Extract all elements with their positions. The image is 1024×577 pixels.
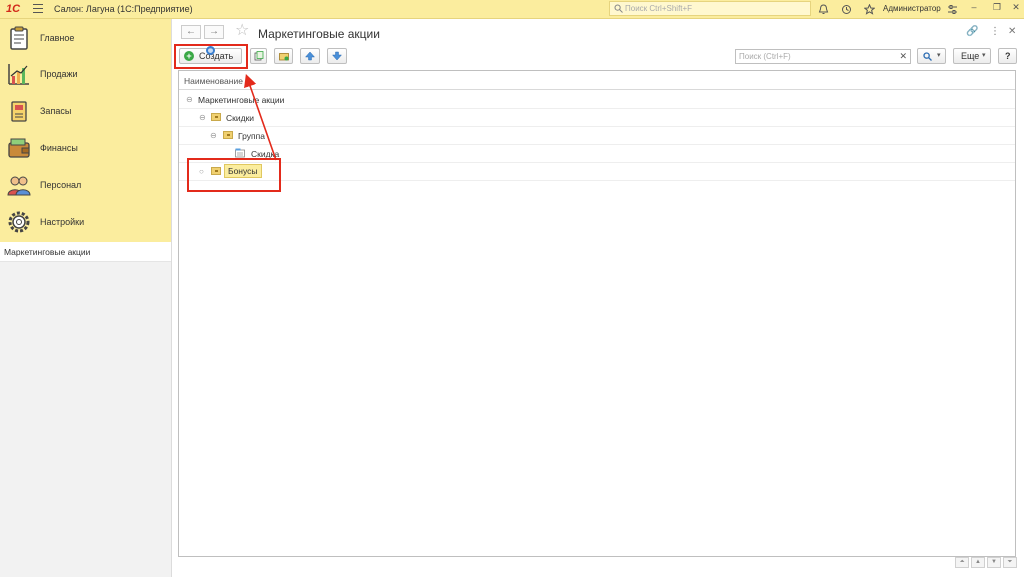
- section-label: Персонал: [40, 180, 82, 190]
- back-button[interactable]: ←: [181, 25, 201, 39]
- stock-icon: [11, 101, 27, 122]
- arrow-up-icon: [305, 51, 315, 61]
- sales-chart-icon: [8, 64, 29, 85]
- user-name[interactable]: Администратор: [883, 4, 941, 13]
- clear-search-icon[interactable]: ✕: [899, 51, 907, 62]
- section-label: Продажи: [40, 69, 78, 79]
- minimize-button[interactable]: –: [968, 2, 980, 12]
- actions-tree-table[interactable]: Наименование ⊖ Маркетинговые акции ⊖ Ски…: [178, 70, 1016, 557]
- section-stock[interactable]: Запасы: [0, 93, 172, 129]
- section-settings[interactable]: Настройки: [0, 204, 172, 240]
- more-vertical-icon[interactable]: ⋮: [990, 26, 1000, 37]
- open-window-item[interactable]: Маркетинговые акции: [0, 242, 171, 262]
- table-row[interactable]: ⊖ Маркетинговые акции: [179, 91, 1015, 109]
- app-logo: 1С: [6, 3, 21, 15]
- help-button-label: ?: [1005, 51, 1011, 61]
- section-label: Запасы: [40, 106, 72, 116]
- bonuses-row-highlight: [187, 158, 281, 192]
- menu-icon[interactable]: [33, 4, 43, 14]
- folder-icon: [211, 113, 221, 121]
- gear-icon: [8, 211, 30, 233]
- collapse-icon[interactable]: ⊖: [186, 95, 193, 104]
- wallet-icon: [8, 138, 30, 158]
- column-header-label: Наименование: [184, 76, 243, 86]
- scroll-up-button[interactable]: ▲: [971, 557, 985, 568]
- favorites-star-icon[interactable]: [864, 4, 875, 15]
- collapse-icon[interactable]: ⊖: [199, 113, 206, 122]
- section-finance[interactable]: Финансы: [0, 130, 172, 166]
- collapse-icon[interactable]: ⊖: [210, 131, 217, 140]
- more-button-label: Еще: [961, 51, 980, 61]
- list-search-placeholder: Поиск (Ctrl+F): [739, 52, 791, 61]
- search-icon: [614, 4, 623, 13]
- row-label: Группа: [238, 131, 265, 141]
- people-icon: [7, 176, 31, 196]
- title-bar: 1С Салон: Лагуна (1С:Предприятие) Поиск …: [0, 0, 1024, 19]
- help-button[interactable]: ?: [998, 48, 1017, 64]
- row-label: Маркетинговые акции: [198, 95, 285, 105]
- create-folder-button[interactable]: [274, 48, 293, 64]
- search-icon: [923, 52, 932, 61]
- scroll-bottom-button[interactable]: ⏷: [1003, 557, 1017, 568]
- scroll-down-button[interactable]: ▼: [987, 557, 1001, 568]
- section-sales[interactable]: Продажи: [0, 56, 172, 92]
- sections-panel: Главное Продажи Запасы Финансы Персонал …: [0, 19, 172, 577]
- move-up-button[interactable]: [300, 48, 320, 64]
- table-row[interactable]: ⊖ Группа: [179, 127, 1015, 145]
- sections-list: Главное Продажи Запасы Финансы Персонал …: [0, 19, 171, 242]
- folder-icon: [223, 131, 233, 139]
- section-label: Настройки: [40, 217, 85, 227]
- table-row[interactable]: ○ Бонусы: [179, 163, 1015, 181]
- section-staff[interactable]: Персонал: [0, 167, 172, 203]
- chevron-down-icon: ▾: [982, 52, 986, 59]
- copy-icon: [254, 51, 264, 61]
- clipboard-icon: [10, 26, 28, 50]
- table-row[interactable]: Скидка: [179, 145, 1015, 163]
- list-search-input[interactable]: Поиск (Ctrl+F) ✕: [735, 49, 911, 64]
- history-icon[interactable]: [841, 4, 852, 15]
- global-search-placeholder: Поиск Ctrl+Shift+F: [625, 4, 693, 13]
- global-search-input[interactable]: Поиск Ctrl+Shift+F: [609, 1, 811, 16]
- arrow-down-icon: [332, 51, 342, 61]
- section-label: Главное: [40, 33, 75, 43]
- chevron-down-icon: ▾: [937, 52, 941, 59]
- link-icon[interactable]: 🔗: [966, 26, 978, 37]
- section-label: Финансы: [40, 143, 78, 153]
- move-down-button[interactable]: [327, 48, 347, 64]
- close-form-icon[interactable]: ✕: [1008, 26, 1016, 37]
- more-button[interactable]: Еще ▾: [953, 48, 991, 64]
- scroll-top-button[interactable]: ⏶: [955, 557, 969, 568]
- open-window-label: Маркетинговые акции: [4, 247, 91, 257]
- bell-icon[interactable]: [818, 4, 829, 15]
- page-title: Маркетинговые акции: [258, 27, 380, 41]
- favorite-star-icon[interactable]: ☆: [235, 23, 249, 39]
- add-folder-icon: [279, 53, 289, 61]
- discount-item-icon: [235, 148, 245, 158]
- forward-button[interactable]: →: [204, 25, 224, 39]
- table-row[interactable]: ⊖ Скидки: [179, 109, 1015, 127]
- settings-sliders-icon[interactable]: [947, 4, 958, 15]
- app-title: Салон: Лагуна (1С:Предприятие): [54, 4, 193, 14]
- restore-button[interactable]: ❐: [991, 2, 1003, 13]
- section-main[interactable]: Главное: [0, 20, 172, 56]
- row-label: Скидки: [226, 113, 255, 123]
- search-button[interactable]: ▾: [917, 48, 946, 64]
- mouse-cursor-indicator: [206, 46, 215, 55]
- column-header[interactable]: Наименование: [179, 71, 1015, 90]
- copy-button[interactable]: [250, 48, 267, 64]
- close-window-button[interactable]: ✕: [1010, 2, 1022, 13]
